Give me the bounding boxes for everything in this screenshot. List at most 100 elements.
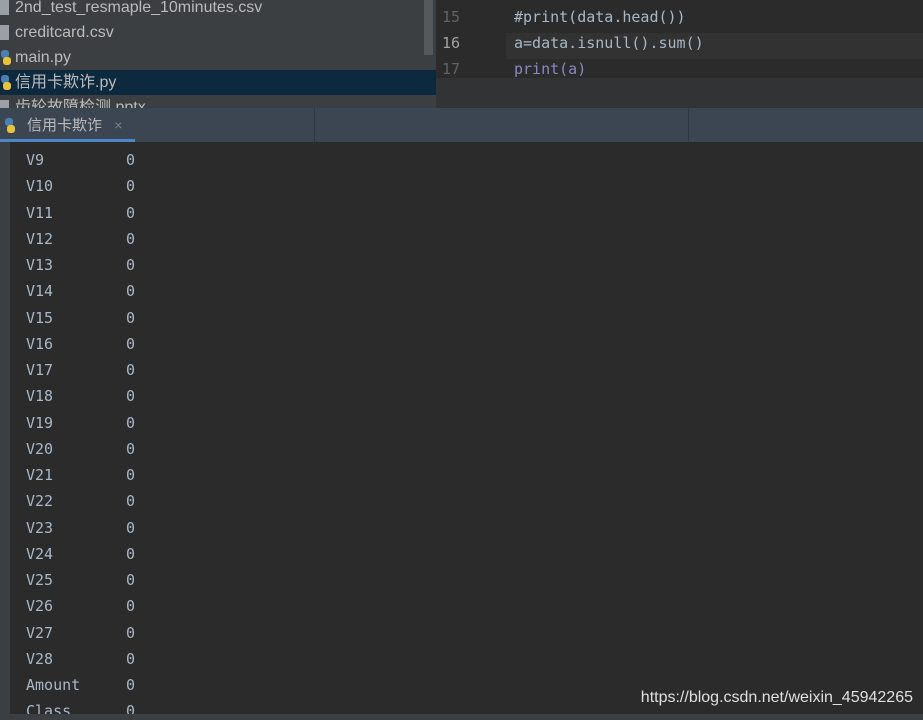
null-count: 0 [126, 151, 136, 169]
console-row: V22 0 [26, 488, 135, 514]
tab-divider [688, 108, 689, 142]
console-row: V14 0 [26, 278, 135, 304]
column-name: V21 [26, 466, 54, 484]
python-icon [0, 75, 11, 90]
close-icon[interactable]: × [114, 117, 122, 133]
column-name: V25 [26, 571, 54, 589]
column-name: V18 [26, 387, 54, 406]
column-name: V23 [26, 518, 54, 537]
null-count: 0 [126, 466, 136, 484]
column-name: V9 [26, 151, 45, 169]
file-icon [0, 0, 9, 15]
null-count: 0 [126, 623, 136, 642]
null-count: 0 [126, 544, 136, 563]
python-icon [4, 118, 15, 133]
null-count: 0 [126, 439, 136, 458]
console-output[interactable]: V9 0 V10 0 V11 0 V12 0 V13 0 V14 0 V15 0 V16 0 V17 0 V18 0 V… [10, 142, 923, 714]
column-name: V15 [26, 308, 54, 327]
watermark: https://blog.csdn.net/weixin_45942265 [640, 689, 913, 706]
line-number: 17 [442, 60, 461, 78]
line-number: 16 [442, 34, 461, 52]
column-name: V11 [26, 203, 54, 222]
file-icon [0, 100, 9, 108]
null-count: 0 [126, 177, 136, 196]
null-count: 0 [126, 676, 136, 694]
horizontal-scrollbar[interactable] [0, 714, 923, 720]
console-row: V12 0 [26, 226, 135, 252]
null-count: 0 [126, 361, 136, 379]
code-line[interactable]: #print(data.head()) [514, 8, 686, 26]
console-row: V26 0 [26, 593, 135, 619]
project-file-item[interactable]: creditcard.csv [0, 20, 436, 45]
null-count: 0 [126, 413, 136, 432]
code-line[interactable]: print(a) [514, 60, 586, 78]
null-count: 0 [126, 597, 136, 616]
console-row: V25 0 [26, 567, 135, 593]
console-row: V27 0 [26, 620, 135, 646]
console-row: V11 0 [26, 200, 135, 226]
null-count: 0 [126, 702, 136, 714]
console-row: V17 0 [26, 357, 135, 383]
column-name: V10 [26, 177, 54, 196]
run-tab[interactable]: 信用卡欺诈 × [0, 108, 135, 142]
code-editor[interactable]: 15 #print(data.head()) 16 a=data.isnull().s… [436, 0, 923, 78]
run-tab-bar: 信用卡欺诈 × [0, 108, 923, 142]
null-count: 0 [126, 203, 136, 222]
column-name: V16 [26, 334, 54, 353]
tab-divider [314, 108, 315, 142]
column-name: V26 [26, 597, 54, 616]
column-name: V19 [26, 413, 54, 432]
console-row: V24 0 [26, 541, 135, 567]
console-toolbar [0, 142, 10, 720]
null-count: 0 [126, 649, 136, 668]
column-name: V27 [26, 623, 54, 642]
null-count: 0 [126, 571, 136, 589]
console-row: V15 0 [26, 305, 135, 331]
column-name: Amount [26, 676, 81, 694]
file-name: 信用卡欺诈.py [15, 74, 117, 91]
console-row: V13 0 [26, 252, 135, 278]
project-scrollbar[interactable] [424, 0, 433, 55]
python-icon [0, 50, 11, 65]
column-name: V12 [26, 229, 54, 248]
file-name: creditcard.csv [15, 24, 114, 41]
project-file-item[interactable]: main.py [0, 45, 436, 70]
console-row: V28 0 [26, 646, 135, 672]
column-name: V17 [26, 361, 54, 379]
console-row: V10 0 [26, 173, 135, 199]
column-name: V28 [26, 649, 54, 668]
project-file-item[interactable]: 信用卡欺诈.py [0, 70, 436, 95]
null-count: 0 [126, 256, 136, 274]
run-tab-label: 信用卡欺诈 [27, 117, 103, 134]
line-number: 15 [442, 8, 461, 26]
console-row: V20 0 [26, 436, 135, 462]
console-row: V21 0 [26, 462, 135, 488]
column-name: V22 [26, 492, 54, 511]
console-row: Class 0 [26, 698, 135, 714]
console-row: V9 0 [26, 147, 135, 173]
console-row: V18 0 [26, 383, 135, 409]
null-count: 0 [126, 334, 136, 353]
console-row: V19 0 [26, 410, 135, 436]
null-count: 0 [126, 308, 136, 327]
project-panel: 2nd_test_resmaple_10minutes.csv creditcar… [0, 0, 436, 108]
null-count: 0 [126, 229, 136, 248]
null-count: 0 [126, 492, 136, 511]
column-name: V13 [26, 256, 54, 274]
column-name: V20 [26, 439, 54, 458]
console-row: Amount 0 [26, 672, 135, 698]
column-name: V24 [26, 544, 54, 563]
console-row: V23 0 [26, 515, 135, 541]
project-file-item[interactable]: 2nd_test_resmaple_10minutes.csv [0, 0, 436, 20]
null-count: 0 [126, 387, 136, 406]
column-name: V14 [26, 282, 54, 301]
file-name: 2nd_test_resmaple_10minutes.csv [15, 0, 263, 16]
file-icon [0, 25, 9, 40]
project-file-item[interactable]: 齿轮故障检测.pptx [0, 95, 436, 108]
column-name: Class [26, 702, 72, 714]
editor-gap [436, 78, 923, 108]
console-row: V16 0 [26, 331, 135, 357]
file-name: main.py [15, 49, 72, 66]
code-line[interactable]: a=data.isnull().sum() [514, 34, 704, 52]
null-count: 0 [126, 518, 136, 537]
